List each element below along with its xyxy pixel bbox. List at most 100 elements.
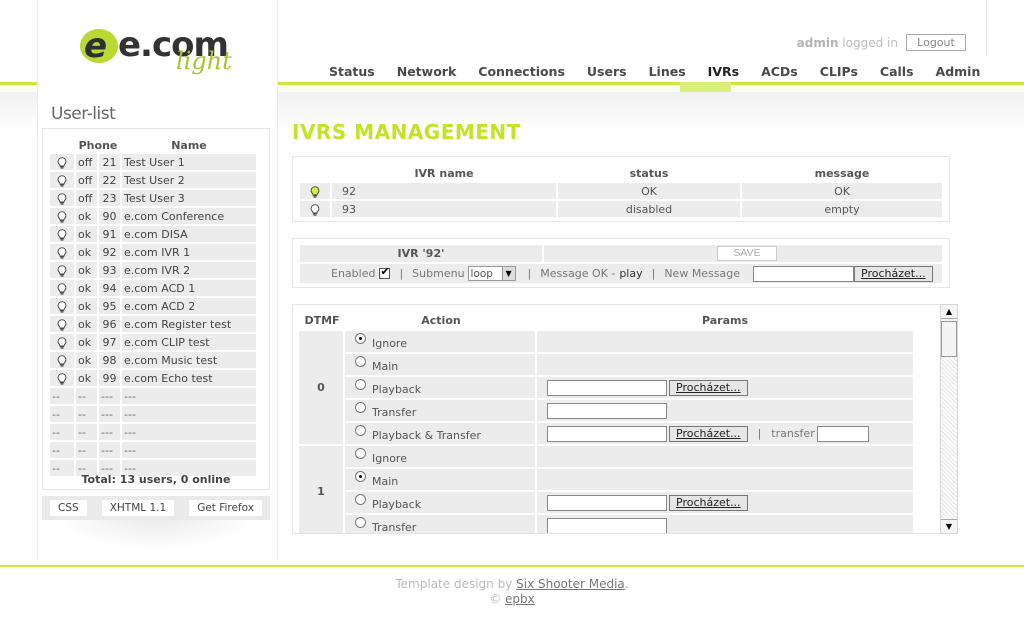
scroll-up-icon[interactable]: ▲ <box>941 305 957 319</box>
user-status: ok <box>76 244 97 260</box>
user-status: ok <box>76 334 97 350</box>
user-bulb-cell <box>50 154 74 170</box>
badge-css[interactable]: CSS <box>50 500 87 516</box>
submenu-select[interactable]: loop ▼ <box>467 266 516 281</box>
playback-browse-button[interactable]: Procházet... <box>669 379 748 396</box>
transfer-number-input[interactable] <box>547 517 667 533</box>
footer-credit-link[interactable]: Six Shooter Media <box>516 577 625 591</box>
user-row[interactable]: ok 93 e.com IVR 2 <box>50 262 256 278</box>
new-message-browse-button[interactable]: Procházet... <box>854 265 933 282</box>
user-number: 21 <box>99 154 120 170</box>
ivr-bulb-cell <box>300 201 330 217</box>
user-row[interactable]: off 23 Test User 3 <box>50 190 256 206</box>
action-radio[interactable] <box>355 448 366 459</box>
nav-status[interactable]: Status <box>318 62 386 82</box>
ivr-name[interactable]: 92 <box>332 183 556 199</box>
separator: | <box>399 267 404 280</box>
bulb-icon <box>57 174 67 187</box>
nav-clips[interactable]: CLIPs <box>809 62 869 82</box>
user-row[interactable]: off 21 Test User 1 <box>50 154 256 170</box>
action-radio[interactable] <box>355 379 366 390</box>
nav-connections[interactable]: Connections <box>467 62 576 82</box>
play-message-link[interactable]: play <box>619 267 642 280</box>
nav-calls[interactable]: Calls <box>869 62 925 82</box>
ivr-row[interactable]: 92 OK OK <box>300 183 942 199</box>
footer-copyright: © epbx <box>0 592 1024 606</box>
nav-network[interactable]: Network <box>386 62 468 82</box>
nav-acds[interactable]: ACDs <box>750 62 809 82</box>
user-row[interactable]: ok 98 e.com Music test <box>50 352 256 368</box>
user-bulb-cell <box>50 352 74 368</box>
dtmf-table: DTMF Action Params 0 Ignore Main Playback Pr… <box>299 313 913 533</box>
dtmf-action-cell: Transfer <box>345 400 535 421</box>
action-radio[interactable] <box>355 333 366 344</box>
nav-active-indicator <box>680 82 731 92</box>
bulb-icon <box>57 192 67 205</box>
playback-file-input[interactable] <box>547 494 667 511</box>
action-radio[interactable] <box>355 517 366 528</box>
playback-browse-button[interactable]: Procházet... <box>669 425 748 442</box>
badge-get-firefox[interactable]: Get Firefox <box>189 500 262 516</box>
playback-file-input[interactable] <box>547 425 667 442</box>
user-row[interactable]: ok 94 e.com ACD 1 <box>50 280 256 296</box>
dtmf-col-dtmf: DTMF <box>304 314 340 327</box>
user-bulb-cell <box>50 262 74 278</box>
user-row[interactable]: off 22 Test User 2 <box>50 172 256 188</box>
ivr-col-status: status <box>629 166 669 180</box>
nav-ivrs[interactable]: IVRs <box>697 62 750 82</box>
check-icon: ✔ <box>380 265 390 278</box>
user-bulb-cell <box>50 280 74 296</box>
empty-cell: -- <box>76 388 97 404</box>
user-name: e.com IVR 1 <box>122 244 256 260</box>
new-message-label: New Message <box>664 267 741 280</box>
user-number: 93 <box>99 262 120 278</box>
action-radio[interactable] <box>355 425 366 436</box>
empty-cell: -- <box>50 424 74 440</box>
user-row[interactable]: ok 91 e.com DISA <box>50 226 256 242</box>
enabled-checkbox[interactable]: ✔ <box>379 265 391 279</box>
action-label: Main <box>372 475 399 488</box>
dtmf-scrollbar[interactable]: ▲ ▼ <box>940 304 958 534</box>
dtmf-group: 0 Ignore Main Playback Procházet... Transfer P… <box>299 331 913 444</box>
action-radio[interactable] <box>355 471 366 482</box>
brand-logo[interactable]: e e.com light <box>78 22 238 78</box>
action-radio[interactable] <box>355 494 366 505</box>
user-row[interactable]: ok 99 e.com Echo test <box>50 370 256 386</box>
copyright-link[interactable]: epbx <box>505 592 535 606</box>
user-bulb-cell <box>50 208 74 224</box>
userlist-col-bulb <box>50 138 74 152</box>
user-row[interactable]: ok 95 e.com ACD 2 <box>50 298 256 314</box>
empty-cell: -- <box>76 424 97 440</box>
ivr-status: disabled <box>558 201 740 217</box>
badge-xhtml-1-1[interactable]: XHTML 1.1 <box>101 500 175 516</box>
user-status: off <box>76 190 97 206</box>
empty-cell: -- <box>50 406 74 422</box>
scroll-down-icon[interactable]: ▼ <box>941 519 957 533</box>
message-status-label: Message OK - <box>540 267 616 280</box>
transfer-number-input[interactable] <box>816 425 869 442</box>
new-message-file-input[interactable] <box>753 265 855 282</box>
logout-button[interactable]: Logout <box>906 34 966 51</box>
dtmf-rows: Ignore Main Playback Procházet... Transfer Pl… <box>345 331 913 444</box>
scroll-thumb[interactable] <box>941 321 957 357</box>
nav-lines[interactable]: Lines <box>638 62 697 82</box>
user-row[interactable]: ok 90 e.com Conference <box>50 208 256 224</box>
playback-browse-button[interactable]: Procházet... <box>669 494 748 511</box>
dtmf-row: Main <box>345 354 913 375</box>
action-radio[interactable] <box>355 402 366 413</box>
nav-users[interactable]: Users <box>576 62 638 82</box>
save-button[interactable]: SAVE <box>717 246 777 261</box>
ivr-name[interactable]: 93 <box>332 201 556 217</box>
nav-admin[interactable]: Admin <box>925 62 992 82</box>
user-name: e.com Register test <box>122 316 256 332</box>
action-radio[interactable] <box>355 356 366 367</box>
user-row[interactable]: ok 96 e.com Register test <box>50 316 256 332</box>
user-row-empty: -- -- --- --- <box>50 388 256 404</box>
user-row[interactable]: ok 97 e.com CLIP test <box>50 334 256 350</box>
userlist-table: Phone Name off 21 Test User 1 off 22 Test Use… <box>48 136 258 478</box>
playback-file-input[interactable] <box>547 379 667 396</box>
svg-text:e: e <box>84 26 107 66</box>
ivr-row[interactable]: 93 disabled empty <box>300 201 942 217</box>
user-row[interactable]: ok 92 e.com IVR 1 <box>50 244 256 260</box>
transfer-number-input[interactable] <box>547 402 667 419</box>
